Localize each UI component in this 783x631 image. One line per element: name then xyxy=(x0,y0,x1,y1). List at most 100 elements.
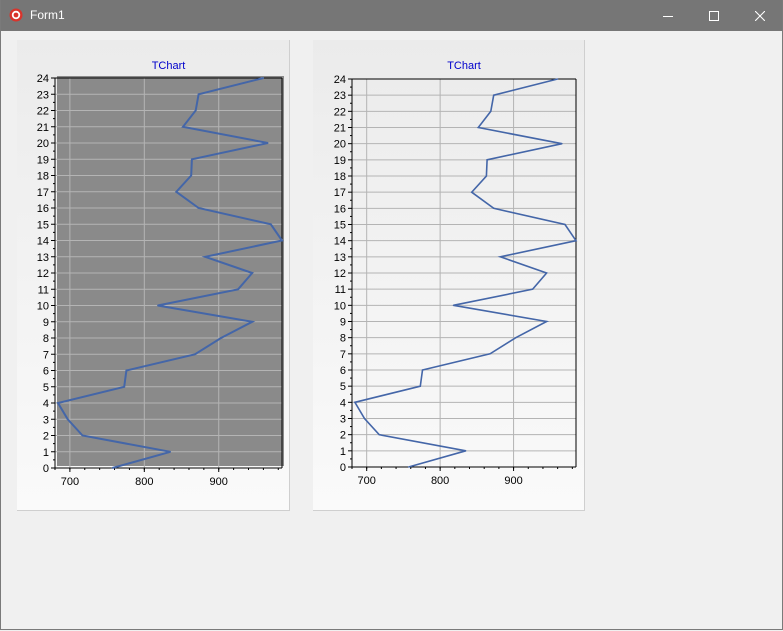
data-point[interactable] xyxy=(270,223,272,225)
x-tick-label: 700 xyxy=(358,475,376,487)
y-tick-label: 9 xyxy=(340,317,346,329)
y-tick-label: 6 xyxy=(340,365,346,377)
data-point[interactable] xyxy=(169,451,171,453)
y-tick-label: 1 xyxy=(340,446,346,458)
data-point[interactable] xyxy=(175,191,177,193)
minimize-button[interactable] xyxy=(645,0,691,31)
y-tick-label: 7 xyxy=(43,349,49,361)
data-point[interactable] xyxy=(363,417,366,420)
data-point[interactable] xyxy=(262,77,264,79)
data-point[interactable] xyxy=(378,434,380,436)
data-point[interactable] xyxy=(157,304,159,307)
data-point[interactable] xyxy=(493,94,495,96)
chart-2-svg: TChart0123456789101112131415161718192021… xyxy=(334,60,578,487)
y-tick-label: 16 xyxy=(334,203,346,215)
data-point[interactable] xyxy=(237,288,239,290)
y-tick-label: 8 xyxy=(43,333,49,345)
y-tick-label: 23 xyxy=(334,90,346,102)
title-bar[interactable]: Form1 xyxy=(0,0,783,31)
y-tick-label: 19 xyxy=(37,154,49,166)
close-button[interactable] xyxy=(737,0,783,31)
data-point[interactable] xyxy=(281,239,283,242)
x-tick-label: 900 xyxy=(210,476,228,488)
data-point[interactable] xyxy=(407,466,410,468)
y-tick-label: 6 xyxy=(43,366,49,378)
data-point[interactable] xyxy=(190,174,192,177)
data-point[interactable] xyxy=(220,337,222,339)
delphi-app-icon xyxy=(9,8,23,22)
x-tick-label: 800 xyxy=(135,476,153,488)
data-point[interactable] xyxy=(123,386,125,388)
data-point[interactable] xyxy=(421,369,424,371)
data-point[interactable] xyxy=(515,337,517,339)
y-tick-label: 20 xyxy=(334,139,346,151)
y-tick-label: 20 xyxy=(37,138,49,150)
chart-title: TChart xyxy=(447,60,481,72)
data-point[interactable] xyxy=(419,385,421,387)
data-point[interactable] xyxy=(546,272,548,274)
x-tick-label: 700 xyxy=(61,476,79,488)
data-point[interactable] xyxy=(182,126,184,128)
y-tick-label: 4 xyxy=(43,398,49,410)
chart-title: TChart xyxy=(152,60,186,72)
y-tick-label: 16 xyxy=(37,203,49,215)
data-point[interactable] xyxy=(267,142,269,144)
data-point[interactable] xyxy=(471,191,473,193)
data-point[interactable] xyxy=(191,158,193,160)
y-tick-label: 5 xyxy=(340,381,346,393)
data-point[interactable] xyxy=(125,369,128,372)
y-tick-label: 10 xyxy=(334,300,346,312)
data-point[interactable] xyxy=(499,256,501,258)
data-point[interactable] xyxy=(485,175,487,177)
data-point[interactable] xyxy=(204,256,206,258)
data-point[interactable] xyxy=(251,321,253,323)
y-tick-label: 15 xyxy=(37,219,49,231)
data-point[interactable] xyxy=(198,207,200,209)
y-tick-label: 21 xyxy=(37,122,49,134)
data-point[interactable] xyxy=(251,272,253,274)
chart-panel-1[interactable]: TChart 0 1 2 3 4 5 6 7 8 9 10 11 12 13 14 15 16 17 18 19 20 21… xyxy=(17,40,290,511)
y-tick-label: 18 xyxy=(37,171,49,183)
data-point[interactable] xyxy=(575,240,577,242)
data-point[interactable] xyxy=(493,207,495,209)
data-point[interactable] xyxy=(564,223,566,226)
data-point[interactable] xyxy=(486,159,488,161)
y-tick-label: 11 xyxy=(38,284,49,296)
minimize-icon xyxy=(663,15,673,17)
data-point[interactable] xyxy=(557,78,559,80)
chart-panel-2[interactable]: TChart 0 1 2 3 4 5 6 7 8 9 10 11 12 13 14 15 16 17 18 19 20 21… xyxy=(313,40,585,511)
data-point[interactable] xyxy=(561,143,563,145)
y-tick-label: 3 xyxy=(43,414,49,426)
y-tick-label: 19 xyxy=(334,155,346,167)
data-point[interactable] xyxy=(67,418,69,420)
y-tick-label: 24 xyxy=(37,73,49,85)
data-point[interactable] xyxy=(477,126,479,129)
data-point[interactable] xyxy=(195,109,197,112)
data-point[interactable] xyxy=(81,434,84,437)
y-tick-label: 3 xyxy=(340,414,346,426)
y-tick-label: 13 xyxy=(37,252,49,264)
y-tick-label: 17 xyxy=(334,187,346,199)
y-tick-label: 23 xyxy=(37,89,49,101)
data-point[interactable] xyxy=(354,401,356,403)
x-tick-label: 900 xyxy=(504,475,522,487)
maximize-button[interactable] xyxy=(691,0,737,31)
data-point[interactable] xyxy=(198,93,200,95)
data-point[interactable] xyxy=(111,467,113,469)
data-point[interactable] xyxy=(489,353,491,355)
y-tick-label: 0 xyxy=(340,462,346,474)
y-tick-label: 2 xyxy=(43,431,49,443)
data-point[interactable] xyxy=(532,288,534,290)
y-tick-label: 5 xyxy=(43,382,49,394)
y-tick-label: 0 xyxy=(43,463,49,475)
data-point[interactable] xyxy=(57,402,59,404)
data-point[interactable] xyxy=(490,110,492,112)
data-point[interactable] xyxy=(546,320,548,323)
data-point[interactable] xyxy=(452,304,454,306)
y-tick-label: 11 xyxy=(335,284,346,296)
y-tick-label: 12 xyxy=(37,268,49,280)
data-point[interactable] xyxy=(465,450,467,452)
chart-1-svg: TChart0123456789101112131415161718192021… xyxy=(37,60,284,488)
y-tick-label: 22 xyxy=(334,106,346,118)
data-point[interactable] xyxy=(194,353,196,355)
